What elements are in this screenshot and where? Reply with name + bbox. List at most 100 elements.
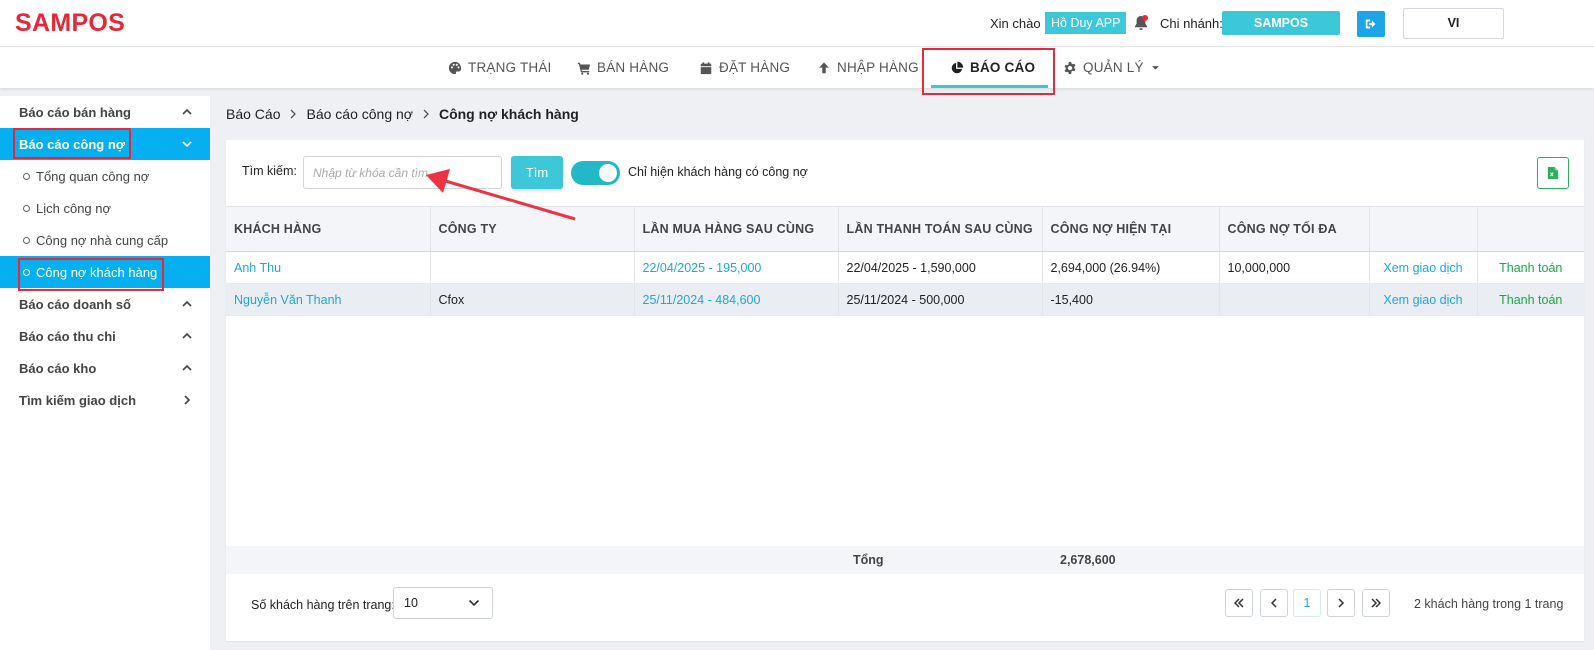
user-name-badge[interactable]: Hồ Duy APP <box>1045 12 1127 34</box>
chevron-down-icon <box>182 141 192 148</box>
chevron-right-icon <box>1338 598 1345 608</box>
pay-link[interactable]: Thanh toán <box>1477 251 1584 284</box>
chevron-up-icon <box>182 364 192 371</box>
chevron-right-icon <box>291 109 297 119</box>
column-header[interactable]: CÔNG NỢ TỐI ĐA <box>1219 206 1370 252</box>
sidebar-item-label: Tổng quan công nợ <box>36 168 150 184</box>
bell-icon[interactable] <box>1132 14 1150 32</box>
company-cell: Cfox <box>430 283 635 316</box>
active-tab-indicator <box>931 85 1048 88</box>
toggle-knob <box>599 164 617 182</box>
last-purchase-link[interactable]: 25/11/2024 - 484,600 <box>634 283 839 316</box>
nav-item-order[interactable]: ĐẶT HÀNG <box>699 47 790 88</box>
main-nav: TRẠNG THÁI BÁN HÀNG ĐẶT HÀNG NHẬP HÀNG B… <box>0 47 1594 88</box>
column-header[interactable]: LẦN MUA HÀNG SAU CÙNG <box>634 206 839 252</box>
sidebar-group-label: Báo cáo doanh số <box>19 296 131 312</box>
sidebar-item-label: Công nợ nhà cung cấp <box>36 232 169 248</box>
sidebar-group-transaction-search[interactable]: Tìm kiếm giao dịch <box>0 384 210 416</box>
last-purchase-link[interactable]: 22/04/2025 - 195,000 <box>634 251 839 284</box>
prev-page-button[interactable] <box>1260 589 1288 617</box>
page-size-value: 10 <box>404 596 418 610</box>
circle-icon <box>23 268 30 276</box>
pie-chart-icon <box>951 61 964 73</box>
circle-icon <box>23 204 30 212</box>
top-bar: SAMPOS Xin chào Hồ Duy APP Chi nhánh: SA… <box>0 0 1594 47</box>
sidebar: Báo cáo bán hàng Báo cáo công nợ Tổng qu… <box>0 96 210 650</box>
sidebar-item-label: Công nợ khách hàng <box>36 264 158 280</box>
nav-item-status[interactable]: TRẠNG THÁI <box>448 47 552 88</box>
arrow-up-icon <box>819 61 829 73</box>
nav-item-sales[interactable]: BÁN HÀNG <box>577 47 669 88</box>
toggle-label: Chỉ hiện khách hàng có công nợ <box>628 165 808 179</box>
sidebar-item-debt-calendar[interactable]: Lịch công nợ <box>0 192 210 224</box>
column-header[interactable]: CÔNG TY <box>430 206 635 252</box>
nav-item-import[interactable]: NHẬP HÀNG <box>817 47 919 88</box>
chevron-left-icon <box>1270 598 1277 608</box>
nav-label: NHẬP HÀNG <box>837 60 919 75</box>
sidebar-group-inventory-report[interactable]: Báo cáo kho <box>0 352 210 384</box>
first-page-button[interactable] <box>1225 589 1253 617</box>
chevron-right-icon <box>423 109 429 119</box>
nav-label: BÁN HÀNG <box>597 60 670 75</box>
circle-icon <box>23 172 30 180</box>
sidebar-item-supplier-debt[interactable]: Công nợ nhà cung cấp <box>0 224 210 256</box>
search-button[interactable]: Tìm <box>511 156 563 189</box>
sidebar-group-label: Báo cáo bán hàng <box>19 104 131 120</box>
pay-link[interactable]: Thanh toán <box>1477 283 1584 316</box>
sidebar-group-revenue-report[interactable]: Báo cáo doanh số <box>0 288 210 320</box>
column-header[interactable]: CÔNG NỢ HIỆN TẠI <box>1042 206 1220 252</box>
debt-only-toggle[interactable] <box>571 161 620 185</box>
table-row: Nguyễn Văn Thanh Cfox 25/11/2024 - 484,6… <box>226 283 1584 316</box>
cart-icon <box>577 62 591 75</box>
column-header[interactable]: LẦN THANH TOÁN SAU CÙNG <box>838 206 1043 252</box>
sidebar-item-customer-debt[interactable]: Công nợ khách hàng <box>0 256 210 288</box>
nav-label: BÁO CÁO <box>970 60 1036 75</box>
sidebar-item-debt-overview[interactable]: Tổng quan công nợ <box>0 160 210 192</box>
palette-icon <box>448 61 462 74</box>
last-page-button[interactable] <box>1362 589 1390 617</box>
sidebar-group-label: Báo cáo công nợ <box>19 136 126 152</box>
last-payment-cell: 25/11/2024 - 500,000 <box>838 283 1043 316</box>
chevron-up-icon <box>182 332 192 339</box>
breadcrumb-root[interactable]: Báo Cáo <box>226 106 280 122</box>
customer-debt-table: KHÁCH HÀNG CÔNG TY LẦN MUA HÀNG SAU CÙNG… <box>226 206 1584 316</box>
sidebar-group-cashflow-report[interactable]: Báo cáo thu chi <box>0 320 210 352</box>
max-debt-cell <box>1219 283 1370 316</box>
double-chevron-right-icon <box>1371 598 1382 608</box>
language-selector[interactable]: VI <box>1403 8 1504 39</box>
greeting-text: Xin chào <box>990 16 1041 31</box>
chevron-up-icon <box>182 300 192 307</box>
chevron-up-icon <box>182 108 192 115</box>
search-input[interactable] <box>303 156 502 189</box>
next-page-button[interactable] <box>1327 589 1355 617</box>
double-chevron-left-icon <box>1233 598 1244 608</box>
nav-label: ĐẶT HÀNG <box>719 60 791 75</box>
customer-name-link[interactable]: Nguyễn Văn Thanh <box>226 283 431 316</box>
sign-out-icon <box>1365 19 1376 29</box>
company-cell <box>430 251 635 284</box>
max-debt-cell: 10,000,000 <box>1219 251 1370 284</box>
nav-item-report[interactable]: BÁO CÁO <box>950 47 1035 88</box>
branch-label: Chi nhánh: <box>1160 16 1223 31</box>
page-size-select[interactable]: 10 <box>393 587 493 619</box>
customer-name-link[interactable]: Anh Thu <box>226 251 431 284</box>
table-header-row: KHÁCH HÀNG CÔNG TY LẦN MUA HÀNG SAU CÙNG… <box>226 206 1584 252</box>
logout-button[interactable] <box>1357 11 1385 37</box>
branch-selector-button[interactable]: SAMPOS <box>1222 11 1340 35</box>
breadcrumb: Báo Cáo Báo cáo công nợ Công nợ khách hà… <box>226 104 579 124</box>
view-transactions-link[interactable]: Xem giao dịch <box>1369 283 1478 316</box>
sidebar-group-debt-report[interactable]: Báo cáo công nợ <box>0 128 210 160</box>
app-logo[interactable]: SAMPOS <box>15 9 125 38</box>
view-transactions-link[interactable]: Xem giao dịch <box>1369 251 1478 284</box>
chevron-right-icon <box>184 395 191 405</box>
sidebar-group-label: Tìm kiếm giao dịch <box>19 392 137 408</box>
breadcrumb-current: Công nợ khách hàng <box>438 106 579 122</box>
sidebar-group-sales-report[interactable]: Báo cáo bán hàng <box>0 96 210 128</box>
breadcrumb-parent[interactable]: Báo cáo công nợ <box>306 106 412 122</box>
column-header[interactable]: KHÁCH HÀNG <box>226 206 431 252</box>
export-excel-button[interactable] <box>1537 157 1569 189</box>
sidebar-group-label: Báo cáo kho <box>19 360 97 376</box>
nav-item-manage[interactable]: QUẢN LÝ <box>1063 47 1161 88</box>
calendar-icon <box>700 61 712 74</box>
page-number-button[interactable]: 1 <box>1293 589 1321 617</box>
